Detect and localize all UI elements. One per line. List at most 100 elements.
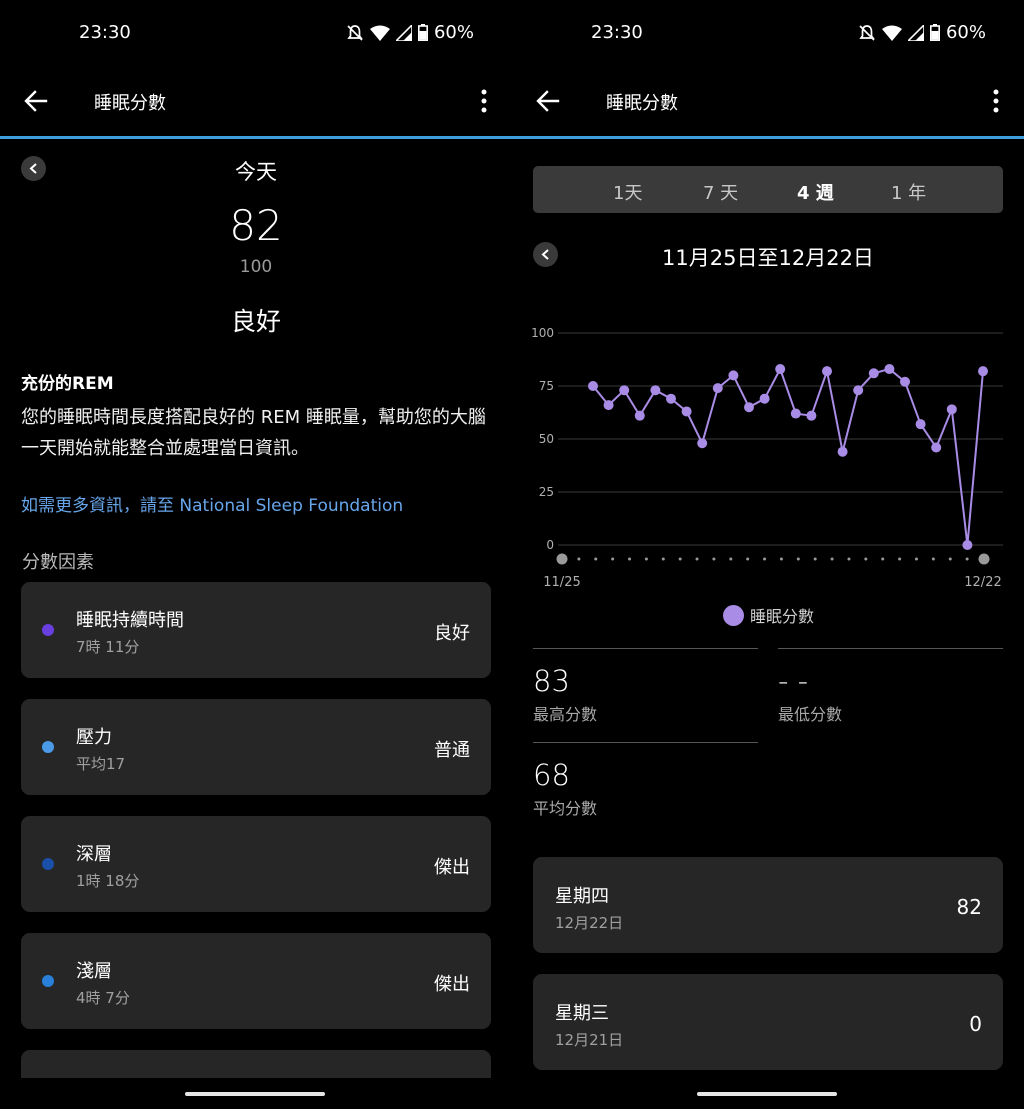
- home-gesture-pill[interactable]: [185, 1092, 325, 1096]
- date-range-label: 11月25日至12月22日: [662, 246, 874, 270]
- factor-rating: 傑出: [434, 857, 470, 878]
- status-bar: 23:30 60%: [0, 0, 512, 66]
- navigation-bar: [512, 1078, 1024, 1109]
- left-screen: 23:30 60% 睡眠分數 今天 82 100 良好 充份的REM 您的睡眠時…: [0, 0, 512, 1109]
- factor-detail: 4時 7分: [76, 989, 130, 1007]
- arrow-left-icon: [536, 90, 560, 112]
- y-tick-label: 100: [531, 326, 554, 340]
- factor-name: 深層: [76, 844, 112, 865]
- factor-dot: [42, 858, 54, 870]
- factor-dot: [42, 624, 54, 636]
- data-point: [681, 406, 692, 417]
- data-point: [759, 393, 770, 404]
- x-axis-tick: [661, 557, 665, 561]
- battery-percent: 60%: [945, 22, 986, 43]
- factor-card-deep[interactable]: 深層 1時 18分 傑出: [21, 816, 491, 912]
- data-point: [853, 385, 864, 396]
- tab-7-days[interactable]: 7 天: [703, 179, 738, 205]
- day-label: 今天: [235, 160, 277, 184]
- factor-dot: [42, 975, 54, 987]
- x-axis-tick: [577, 557, 581, 561]
- home-gesture-pill[interactable]: [697, 1092, 837, 1096]
- data-point: [806, 410, 817, 421]
- y-tick-label: 0: [546, 538, 554, 552]
- max-score-label: 最高分數: [533, 705, 598, 724]
- x-axis-tick: [813, 557, 817, 561]
- x-axis-tick: [796, 557, 800, 561]
- data-point: [712, 383, 723, 394]
- app-bar: 睡眠分數: [512, 66, 1024, 136]
- data-point: [790, 408, 801, 419]
- page-title: 睡眠分數: [606, 93, 678, 114]
- factor-rating: 良好: [434, 623, 470, 644]
- x-axis-tick: [611, 557, 615, 561]
- back-button[interactable]: [22, 87, 50, 115]
- factor-rating: 普通: [434, 740, 470, 761]
- series-line-sleep-score: [592, 366, 984, 546]
- status-icons: 60%: [346, 22, 474, 43]
- x-axis-tick: [931, 557, 935, 561]
- factor-card-stress[interactable]: 壓力 平均17 普通: [21, 699, 491, 795]
- battery-percent: 60%: [433, 22, 474, 43]
- data-point: [978, 366, 988, 377]
- day-score: 0: [969, 1012, 982, 1036]
- time-range-tabs: 1天 7 天 4 週 1 年: [533, 166, 1003, 213]
- data-point: [837, 446, 848, 457]
- learn-more-link[interactable]: 如需更多資訊，請至 National Sleep Foundation: [21, 491, 403, 516]
- x-axis-tick: [914, 557, 918, 561]
- divider: [778, 648, 1003, 649]
- x-axis-tick: [763, 557, 767, 561]
- factor-card-duration[interactable]: 睡眠持續時間 7時 11分 良好: [21, 582, 491, 678]
- day-score: 82: [956, 895, 982, 919]
- data-point: [634, 410, 645, 421]
- factor-detail: 平均17: [76, 755, 126, 773]
- max-score-value: 83: [533, 664, 570, 698]
- day-date: 12月21日: [555, 1031, 624, 1049]
- more-vert-icon: [993, 89, 999, 113]
- x-axis-tick: [712, 557, 716, 561]
- day-card[interactable]: 星期四 12月22日 82: [533, 857, 1003, 953]
- y-tick-label: 25: [539, 485, 554, 499]
- x-axis-tick: [556, 553, 568, 565]
- tab-1-day[interactable]: 1天: [613, 179, 642, 205]
- sleep-score-value: 82: [229, 201, 283, 250]
- back-button[interactable]: [534, 87, 562, 115]
- overflow-menu-button[interactable]: [988, 88, 1004, 114]
- x-axis-tick: [695, 557, 699, 561]
- x-axis-tick: [965, 557, 969, 561]
- sleep-score-chart: 0 25 50 75 100 11/25 12/22: [531, 326, 1003, 590]
- notifications-off-icon: [347, 24, 363, 41]
- x-tick-label-end: 12/22: [964, 575, 1001, 590]
- battery-icon: [929, 24, 940, 41]
- y-tick-label: 50: [539, 432, 554, 446]
- overflow-menu-button[interactable]: [476, 88, 492, 114]
- factor-card-light[interactable]: 淺層 4時 7分 傑出: [21, 933, 491, 1029]
- battery-icon: [417, 24, 428, 41]
- day-card[interactable]: 星期三 12月21日 0: [533, 974, 1003, 1070]
- factor-detail: 1時 18分: [76, 872, 140, 890]
- x-axis-tick: [628, 557, 632, 561]
- legend-label: 睡眠分數: [750, 607, 815, 626]
- factor-name: 壓力: [76, 727, 112, 748]
- data-point: [588, 381, 598, 391]
- x-axis-tick: [644, 557, 648, 561]
- chart-legend: 睡眠分數: [723, 603, 814, 627]
- x-axis-tick: [881, 557, 885, 561]
- x-axis-tick: [864, 557, 868, 561]
- data-point: [884, 364, 895, 375]
- tab-4-weeks[interactable]: 4 週: [797, 179, 834, 205]
- divider: [533, 742, 758, 743]
- legend-swatch: [723, 604, 744, 626]
- insight-body: 您的睡眠時間長度搭配良好的 REM 睡眠量，幫助您的大腦一天開始就能整合並處理當…: [21, 407, 486, 459]
- right-screen: 23:30 60% 睡眠分數 1天 7 天 4 週 1 年 11月25日至12月…: [512, 0, 1024, 1109]
- day-name: 星期四: [555, 886, 609, 907]
- data-point: [822, 366, 832, 377]
- accent-line: [0, 136, 512, 139]
- avg-score-label: 平均分數: [533, 799, 598, 818]
- x-tick-label-start: 11/25: [543, 575, 580, 590]
- tab-1-year[interactable]: 1 年: [891, 179, 926, 205]
- x-axis-tick: [948, 557, 952, 561]
- data-point: [775, 364, 786, 375]
- data-point: [900, 376, 910, 387]
- navigation-bar: [0, 1078, 512, 1109]
